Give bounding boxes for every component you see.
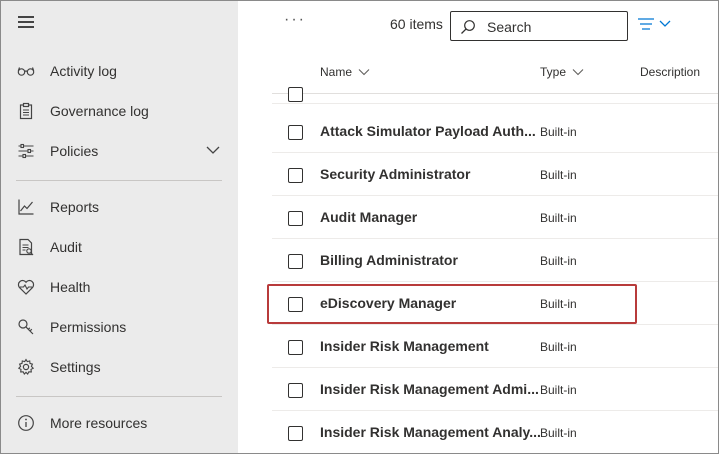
table-row[interactable]: Insider Risk Management Built-in [272, 325, 718, 368]
chevron-down-icon [358, 69, 370, 76]
more-options-button[interactable]: ··· [284, 11, 306, 29]
sidebar-item-more-resources[interactable]: More resources [1, 405, 238, 441]
sidebar-item-label: Reports [50, 199, 100, 215]
heart-pulse-icon [17, 279, 35, 295]
sidebar: Activity log Governance log Policies Rep… [1, 1, 238, 453]
role-name[interactable]: Insider Risk Management Analy... [320, 424, 541, 440]
key-icon [18, 319, 34, 335]
sidebar-item-audit[interactable]: Audit [1, 229, 238, 265]
row-checkbox[interactable] [288, 168, 303, 183]
app-window: Activity log Governance log Policies Rep… [0, 0, 719, 454]
table-row[interactable]: Billing Administrator Built-in [272, 239, 718, 282]
sidebar-item-activity-log[interactable]: Activity log [1, 53, 238, 89]
row-checkbox[interactable] [288, 426, 303, 441]
clipboard-icon [19, 102, 33, 120]
sidebar-item-label: More resources [50, 415, 148, 431]
row-checkbox[interactable] [288, 125, 303, 140]
chevron-down-icon [572, 69, 584, 76]
chevron-down-icon[interactable] [206, 145, 220, 155]
sidebar-item-label: Policies [50, 143, 99, 159]
sidebar-item-label: Settings [50, 359, 101, 375]
item-count: 60 items [390, 16, 443, 32]
sidebar-item-label: Permissions [50, 319, 127, 335]
sidebar-item-label: Audit [50, 239, 82, 255]
column-header-type[interactable]: Type [540, 65, 584, 79]
role-name[interactable]: Billing Administrator [320, 252, 458, 268]
search-input[interactable]: Search [487, 19, 531, 35]
table-row[interactable] [272, 87, 718, 104]
table-row[interactable]: Insider Risk Management Analy... Built-i… [272, 411, 718, 453]
sidebar-item-policies[interactable]: Policies [1, 133, 238, 169]
sidebar-item-label: Governance log [50, 103, 149, 119]
table-row[interactable]: Insider Risk Management Admi... Built-in [272, 368, 718, 411]
role-type: Built-in [540, 383, 577, 397]
row-checkbox[interactable] [288, 297, 303, 312]
role-name[interactable]: Insider Risk Management [320, 338, 489, 354]
column-header-name[interactable]: Name [320, 65, 370, 79]
row-checkbox[interactable] [288, 211, 303, 226]
line-chart-icon [18, 199, 34, 215]
row-checkbox[interactable] [288, 383, 303, 398]
sidebar-divider [16, 396, 222, 397]
role-type: Built-in [540, 168, 577, 182]
sidebar-item-reports[interactable]: Reports [1, 189, 238, 225]
role-type: Built-in [540, 211, 577, 225]
role-type: Built-in [540, 125, 577, 139]
main-content: ··· 60 items Search Name Type Descriptio… [238, 1, 718, 453]
row-checkbox[interactable] [288, 340, 303, 355]
role-name[interactable]: Attack Simulator Payload Auth... [320, 123, 536, 139]
role-type: Built-in [540, 340, 577, 354]
glasses-icon [17, 67, 35, 76]
sidebar-item-label: Health [50, 279, 91, 295]
sidebar-item-permissions[interactable]: Permissions [1, 309, 238, 345]
audit-document-icon [19, 238, 34, 256]
role-name[interactable]: Security Administrator [320, 166, 470, 182]
role-type: Built-in [540, 297, 577, 311]
info-icon [18, 415, 34, 431]
row-checkbox[interactable] [288, 87, 303, 102]
column-header-description[interactable]: Description [640, 65, 700, 79]
role-name[interactable]: Insider Risk Management Admi... [320, 381, 539, 397]
table-row[interactable]: Security Administrator Built-in [272, 153, 718, 196]
role-type: Built-in [540, 426, 577, 440]
table-row[interactable]: Attack Simulator Payload Auth... Built-i… [272, 110, 718, 153]
sidebar-item-governance-log[interactable]: Governance log [1, 93, 238, 129]
search-icon [461, 20, 475, 34]
sidebar-item-health[interactable]: Health [1, 269, 238, 305]
table-row-selected-highlight[interactable]: eDiscovery Manager Built-in [272, 282, 718, 325]
sidebar-item-label: Activity log [50, 63, 117, 79]
row-checkbox[interactable] [288, 254, 303, 269]
sidebar-divider [16, 180, 222, 181]
table-row[interactable]: Audit Manager Built-in [272, 196, 718, 239]
role-name[interactable]: eDiscovery Manager [320, 295, 456, 311]
sliders-icon [18, 143, 34, 159]
sidebar-item-settings[interactable]: Settings [1, 349, 238, 385]
filter-dropdown-icon[interactable] [638, 17, 674, 31]
role-name[interactable]: Audit Manager [320, 209, 417, 225]
gear-icon [17, 358, 35, 376]
role-type: Built-in [540, 254, 577, 268]
search-box[interactable]: Search [450, 11, 628, 41]
hamburger-menu-icon[interactable] [18, 16, 34, 28]
